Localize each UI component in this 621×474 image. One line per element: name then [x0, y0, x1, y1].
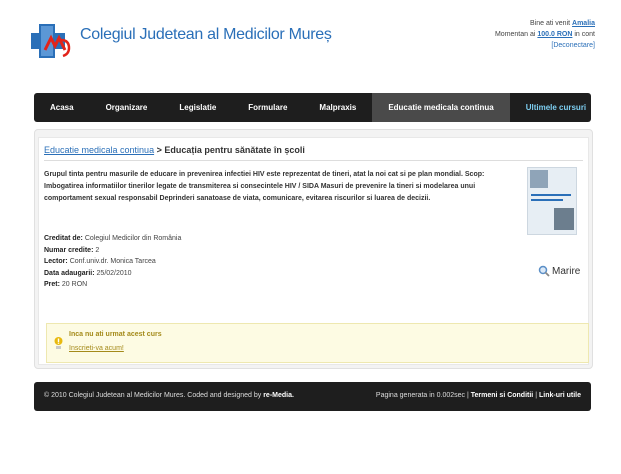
date-label: Data adaugarii: — [44, 269, 95, 277]
credits-label: Numar credite: — [44, 246, 94, 254]
thumbnail-photo-bottom — [554, 208, 574, 230]
breadcrumb-current: Educația pentru sănătate în școli — [164, 145, 305, 155]
username-link[interactable]: Amalia — [572, 20, 595, 27]
credited-value: Colegiul Medicilor din România — [84, 235, 182, 242]
date-value: 25/02/2010 — [96, 269, 132, 277]
site-title[interactable]: Colegiul Judetean al Medicilor Mureș — [80, 26, 332, 44]
nav-item-contact[interactable]: Contact — [602, 93, 621, 122]
balance-suffix: in cont — [574, 31, 595, 38]
balance-link[interactable]: 100.0 RON — [537, 31, 572, 38]
content-panel: Educatie medicala continua > Educația pe… — [34, 129, 593, 369]
breadcrumb: Educatie medicala continua > Educația pe… — [44, 145, 305, 155]
user-box: Bine ati venit Amalia Momentan ai 100.0 … — [445, 18, 595, 51]
thumbnail-photo-top — [530, 170, 548, 188]
enroll-notice: Inca nu ati urmat acest curs Inscrieti-v… — [46, 323, 589, 363]
thumbnail-subtitle-bar — [531, 199, 563, 201]
generated-text: Pagina generata in 0.002sec | — [375, 392, 469, 399]
credits-value: 2 — [95, 246, 100, 254]
course-card: Educatie medicala continua > Educația pe… — [38, 137, 589, 365]
logout-link[interactable]: [Deconectare] — [551, 42, 595, 49]
zoom-label: Marire — [552, 265, 581, 277]
notice-title: Inca nu ati urmat acest curs — [69, 331, 162, 338]
footer-right: Pagina generata in 0.002sec | Termeni si… — [376, 392, 581, 399]
copyright-text: © 2010 Colegiul Judetean al Medicilor Mu… — [44, 392, 262, 399]
course-meta: Creditat de: Colegiul Medicilor din Româ… — [44, 233, 181, 291]
footer-left: © 2010 Colegiul Judetean al Medicilor Mu… — [44, 392, 294, 399]
lector-value: Conf.univ.dr. Monica Tarcea — [69, 258, 156, 265]
logo-icon[interactable] — [31, 20, 79, 62]
nav-item-ultimele-cursuri[interactable]: Ultimele cursuri — [510, 93, 602, 122]
designer-link[interactable]: re-Media. — [263, 392, 294, 399]
nav-item-malpraxis[interactable]: Malpraxis — [303, 93, 372, 122]
breadcrumb-separator: > — [156, 145, 162, 155]
warning-icon — [54, 337, 63, 349]
course-thumbnail[interactable] — [527, 167, 577, 235]
balance-prefix: Momentan ai — [494, 31, 536, 38]
magnifier-icon — [538, 265, 550, 277]
course-description: Grupul tinta pentru masurile de educare … — [44, 171, 485, 202]
footer: © 2010 Colegiul Judetean al Medicilor Mu… — [34, 382, 591, 411]
nav-item-organizare[interactable]: Organizare — [90, 93, 164, 122]
nav-item-educatie[interactable]: Educatie medicala continua — [372, 93, 510, 122]
nav-item-acasa[interactable]: Acasa — [34, 93, 90, 122]
enroll-link[interactable]: Inscrieti-va acum! — [69, 345, 124, 352]
footer-separator: | — [535, 392, 538, 399]
breadcrumb-parent-link[interactable]: Educatie medicala continua — [44, 145, 154, 155]
thumbnail-title-bar — [531, 194, 571, 196]
nav-item-formulare[interactable]: Formulare — [232, 93, 303, 122]
price-label: Pret: — [44, 281, 60, 288]
nav-item-legislatie[interactable]: Legislatie — [163, 93, 232, 122]
zoom-button[interactable]: Marire — [538, 265, 580, 277]
main-nav: Acasa Organizare Legislatie Formulare Ma… — [34, 93, 621, 122]
divider — [44, 160, 583, 161]
terms-link[interactable]: Termeni si Conditii — [471, 392, 534, 399]
price-value: 20 RON — [61, 281, 88, 288]
useful-links-link[interactable]: Link-uri utile — [539, 392, 581, 399]
lector-label: Lector: — [44, 258, 68, 265]
page: Colegiul Judetean al Medicilor Mureș Bin… — [0, 0, 621, 474]
credited-label: Creditat de: — [44, 235, 83, 242]
greeting-text: Bine ati venit — [529, 20, 571, 27]
